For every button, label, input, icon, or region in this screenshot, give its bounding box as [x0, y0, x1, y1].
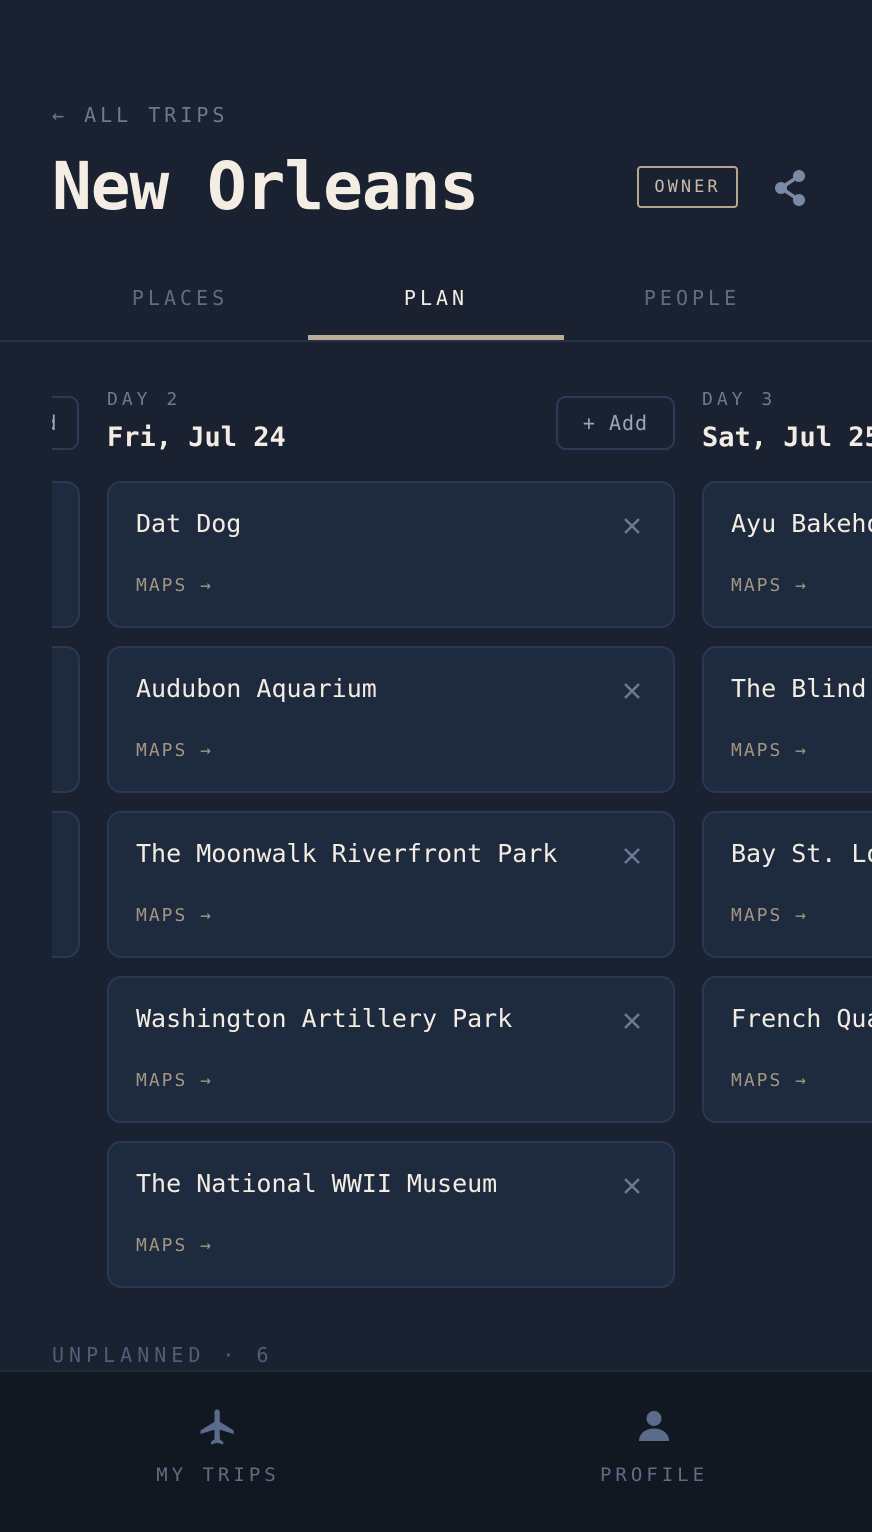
- place-card[interactable]: Bay St. Louis MAPS →: [702, 811, 872, 958]
- place-name: Washington Artillery Park: [136, 1004, 513, 1033]
- bottom-nav: MY TRIPS PROFILE: [0, 1370, 872, 1532]
- place-card[interactable]: The Blind Pelican MAPS →: [702, 646, 872, 793]
- unplanned-section-label[interactable]: UNPLANNED · 6: [52, 1343, 274, 1367]
- place-name: Audubon Aquarium: [136, 674, 377, 703]
- place-card[interactable]: Dat Dog MAPS →: [107, 481, 675, 628]
- share-button[interactable]: [768, 166, 812, 210]
- maps-link[interactable]: MAPS →: [136, 1070, 213, 1091]
- maps-link[interactable]: MAPS →: [136, 905, 213, 926]
- place-name: Ayu Bakehouse: [731, 509, 872, 538]
- place-name: Bay St. Louis: [731, 839, 872, 868]
- close-icon: [624, 518, 640, 534]
- place-name: Dat Dog: [136, 509, 242, 538]
- day-number-label: DAY 3: [702, 389, 777, 410]
- day-date: Fri, Jul 24: [107, 422, 286, 453]
- all-trips-link[interactable]: ← ALL TRIPS: [52, 103, 228, 127]
- page-title: New Orleans: [52, 148, 479, 225]
- share-icon: [775, 170, 805, 206]
- maps-link[interactable]: MAPS →: [731, 740, 808, 761]
- day-date: Sat, Jul 25: [702, 422, 872, 453]
- remove-place-button[interactable]: [617, 841, 647, 871]
- maps-link[interactable]: MAPS →: [731, 575, 808, 596]
- maps-link[interactable]: MAPS →: [136, 575, 213, 596]
- place-name: The Moonwalk Riverfront Park: [136, 839, 558, 868]
- nav-label: PROFILE: [599, 1464, 709, 1486]
- place-card[interactable]: The Moonwalk Riverfront Park MAPS →: [107, 811, 675, 958]
- tab-people[interactable]: PEOPLE: [564, 262, 820, 340]
- nav-profile[interactable]: PROFILE: [436, 1372, 872, 1532]
- day-number-label: DAY 2: [107, 389, 182, 410]
- add-place-button[interactable]: + Add: [556, 396, 675, 450]
- tab-bar: PLACES PLAN PEOPLE: [52, 262, 872, 342]
- maps-link[interactable]: MAPS →: [136, 1235, 213, 1256]
- remove-place-button[interactable]: [617, 1171, 647, 1201]
- remove-place-button[interactable]: [617, 676, 647, 706]
- place-card[interactable]: French Quarter MAPS →: [702, 976, 872, 1123]
- person-icon: [639, 1411, 669, 1441]
- nav-label: MY TRIPS: [156, 1464, 280, 1486]
- place-card[interactable]: Ayu Bakehouse MAPS →: [702, 481, 872, 628]
- airplane-icon: [200, 1409, 234, 1445]
- close-icon: [624, 683, 640, 699]
- close-icon: [624, 1178, 640, 1194]
- place-name: The National WWII Museum: [136, 1169, 498, 1198]
- maps-link[interactable]: MAPS →: [731, 905, 808, 926]
- nav-my-trips[interactable]: MY TRIPS: [0, 1372, 436, 1532]
- day-board[interactable]: + Add DAY 2 Fri, Jul 24 + Add Dat Dog MA…: [52, 380, 872, 1310]
- close-icon: [624, 848, 640, 864]
- place-card[interactable]: The National WWII Museum MAPS →: [107, 1141, 675, 1288]
- tab-plan[interactable]: PLAN: [308, 262, 564, 340]
- place-name: French Quarter: [731, 1004, 872, 1033]
- place-card[interactable]: [52, 811, 80, 958]
- close-icon: [624, 1013, 640, 1029]
- tab-places[interactable]: PLACES: [52, 262, 308, 340]
- place-card[interactable]: [52, 481, 80, 628]
- place-card[interactable]: [52, 646, 80, 793]
- place-card[interactable]: Audubon Aquarium MAPS →: [107, 646, 675, 793]
- maps-link[interactable]: MAPS →: [731, 1070, 808, 1091]
- maps-link[interactable]: MAPS →: [136, 740, 213, 761]
- trip-plan-page: ← ALL TRIPS New Orleans OWNER PLACES PLA…: [0, 0, 872, 1532]
- place-card[interactable]: Washington Artillery Park MAPS →: [107, 976, 675, 1123]
- remove-place-button[interactable]: [617, 1006, 647, 1036]
- tabs-divider: [0, 340, 872, 342]
- add-place-button-day-1[interactable]: + Add: [52, 396, 79, 450]
- owner-badge: OWNER: [637, 166, 738, 208]
- remove-place-button[interactable]: [617, 511, 647, 541]
- place-name: The Blind Pelican: [731, 674, 872, 703]
